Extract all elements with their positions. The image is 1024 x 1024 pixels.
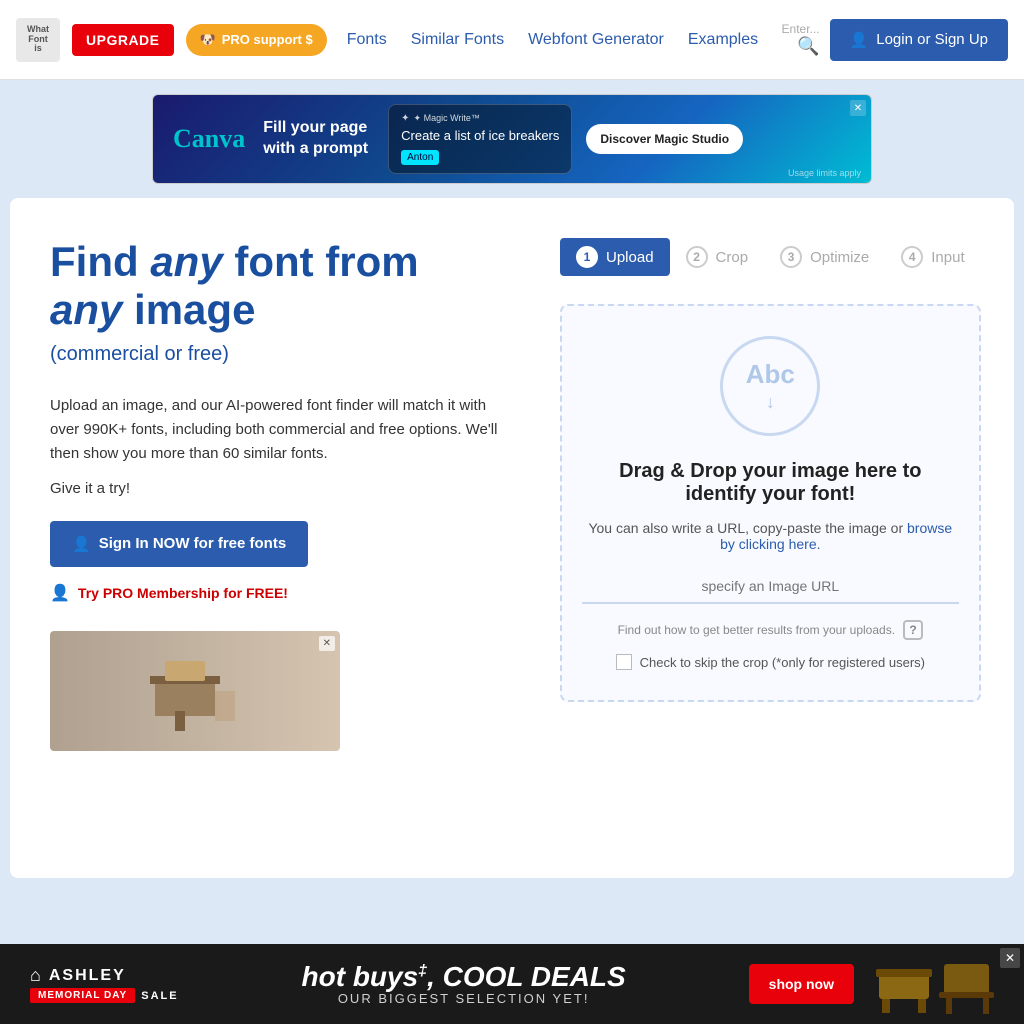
nav-webfont-generator[interactable]: Webfont Generator [528, 31, 664, 49]
step-1-num: 1 [576, 246, 598, 268]
upload-drop-area[interactable]: Abc ↓ Drag & Drop your image here to ide… [560, 304, 981, 702]
search-button[interactable]: 🔍 [797, 36, 819, 57]
magic-icon: ✦ [401, 113, 409, 124]
canva-logo: Canva [173, 124, 245, 154]
left-ad-svg [145, 651, 245, 731]
main-content: Find any font from any image (commercial… [10, 198, 1014, 878]
search-area: Enter... 🔍 [782, 22, 820, 57]
hero-give-try: Give it a try! [50, 480, 500, 497]
navbar: What Font is UPGRADE 🐶 PRO support $ Fon… [0, 0, 1024, 80]
search-placeholder-text: Enter... [782, 22, 820, 36]
ad-banner-container: Canva Fill your pagewith a prompt ✦ ✦ Ma… [0, 80, 1024, 198]
step-3-num: 3 [780, 246, 802, 268]
left-panel: Find any font from any image (commercial… [50, 238, 530, 838]
step-optimize[interactable]: 3 Optimize [764, 238, 885, 276]
step-crop[interactable]: 2 Crop [670, 238, 765, 276]
house-icon: ⌂ [30, 965, 43, 986]
ad-usage-text: Usage limits apply [788, 168, 861, 178]
skip-crop-checkbox[interactable] [616, 654, 632, 670]
step-4-num: 4 [901, 246, 923, 268]
step-upload[interactable]: 1 Upload [560, 238, 670, 276]
nav-links: Fonts Similar Fonts Webfont Generator Ex… [347, 31, 770, 49]
upgrade-button[interactable]: UPGRADE [72, 24, 174, 56]
step-4-label: Input [931, 249, 964, 266]
memorial-badge: MEMORIAL DAY [30, 988, 135, 1003]
canva-ad-banner[interactable]: Canva Fill your pagewith a prompt ✦ ✦ Ma… [152, 94, 872, 184]
url-input[interactable] [582, 570, 959, 604]
ad-close-icon[interactable]: ✕ [850, 100, 866, 116]
hero-headline: Find any font from any image [50, 238, 500, 335]
furniture-svg [874, 954, 994, 1014]
ad-discover-button[interactable]: Discover Magic Studio [586, 124, 743, 154]
person-icon: 👤 [850, 31, 869, 49]
hero-subheadline: (commercial or free) [50, 343, 500, 366]
nav-right: Enter... 🔍 👤 Login or Sign Up [782, 19, 1008, 61]
pro-membership-link[interactable]: 👤 Try PRO Membership for FREE! [50, 583, 500, 603]
sign-in-button[interactable]: 👤 Sign In NOW for free fonts [50, 521, 308, 567]
step-3-label: Optimize [810, 249, 869, 266]
shop-now-button[interactable]: shop now [749, 964, 854, 1004]
left-ad-image: ✕ [50, 631, 340, 751]
ad-main-text: hot buys‡, COOL DEALS OUR BIGGEST SELECT… [199, 963, 729, 1006]
step-2-num: 2 [686, 246, 708, 268]
close-ad-button[interactable]: ✕ [1000, 948, 1020, 968]
step-input[interactable]: 4 Input [885, 238, 980, 276]
url-input-container [582, 570, 959, 604]
ad-anton-tag: Anton [401, 150, 439, 165]
pro-support-button[interactable]: 🐶 PRO support $ [186, 24, 327, 56]
left-ad-close[interactable]: ✕ [319, 636, 335, 651]
ad-tagline: Fill your pagewith a prompt [263, 118, 368, 160]
bottom-ad-banner: ⌂ ASHLEY MEMORIAL DAY SALE hot buys‡, CO… [0, 944, 1024, 1024]
sale-text: SALE [141, 990, 178, 1002]
skip-crop-label: Check to skip the crop (*only for regist… [640, 655, 925, 670]
drag-drop-text: Drag & Drop your image here to identify … [582, 460, 959, 506]
ashley-logo: ⌂ ASHLEY MEMORIAL DAY SALE [30, 965, 179, 1003]
steps-bar: 1 Upload 2 Crop 3 Optimize 4 Input [560, 238, 981, 276]
search-icon: 🔍 [797, 36, 819, 56]
person-icon-2: 👤 [72, 535, 91, 553]
furniture-image [874, 954, 994, 1014]
login-button[interactable]: 👤 Login or Sign Up [830, 19, 1008, 61]
step-1-label: Upload [606, 249, 654, 266]
hot-buys-text: hot buys‡, COOL DEALS [199, 963, 729, 991]
ad-magic-write-box: ✦ ✦ Magic Write™ Create a list of ice br… [388, 104, 572, 174]
right-panel: 1 Upload 2 Crop 3 Optimize 4 Input Abc ↓… [560, 238, 981, 838]
fire-icon: 🐶 [200, 32, 216, 48]
better-results-row: Find out how to get better results from … [618, 620, 923, 640]
or-browse-text: You can also write a URL, copy-paste the… [582, 520, 959, 552]
skip-crop-row: Check to skip the crop (*only for regist… [616, 654, 925, 670]
site-logo[interactable]: What Font is [16, 18, 60, 62]
our-biggest-text: OUR BIGGEST SELECTION YET! [199, 991, 729, 1006]
step-2-label: Crop [716, 249, 749, 266]
nav-fonts[interactable]: Fonts [347, 31, 387, 49]
person-icon-3: 👤 [50, 583, 70, 603]
nav-examples[interactable]: Examples [688, 31, 758, 49]
abc-upload-icon: Abc ↓ [720, 336, 820, 436]
ashley-brand-name: ⌂ ASHLEY [30, 965, 126, 986]
left-ad-inner [50, 631, 340, 751]
nav-similar-fonts[interactable]: Similar Fonts [411, 31, 504, 49]
help-icon[interactable]: ? [903, 620, 923, 640]
hero-description: Upload an image, and our AI-powered font… [50, 394, 500, 466]
